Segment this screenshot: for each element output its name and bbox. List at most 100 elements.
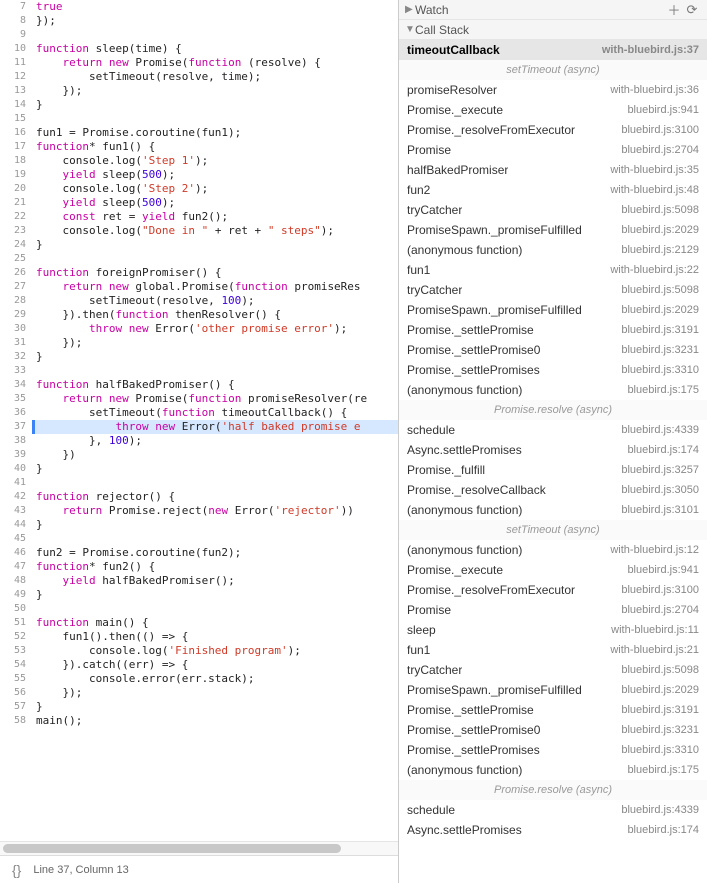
- stack-frame[interactable]: PromiseSpawn._promiseFulfilledbluebird.j…: [399, 680, 707, 700]
- code-line[interactable]: });: [32, 14, 398, 28]
- stack-frame[interactable]: Promise._fulfillbluebird.js:3257: [399, 460, 707, 480]
- stack-frame[interactable]: Promise._resolveCallbackbluebird.js:3050: [399, 480, 707, 500]
- code-line[interactable]: [32, 112, 398, 126]
- code-line[interactable]: function main() {: [32, 616, 398, 630]
- stack-frame[interactable]: Promise._resolveFromExecutorbluebird.js:…: [399, 120, 707, 140]
- code-line[interactable]: console.log("Done in " + ret + " steps")…: [32, 224, 398, 238]
- expand-icon[interactable]: ▶: [405, 4, 415, 15]
- stack-frame[interactable]: Promise._settlePromisesbluebird.js:3310: [399, 360, 707, 380]
- code-line[interactable]: console.log('Step 2');: [32, 182, 398, 196]
- code-line[interactable]: return Promise.reject(new Error('rejecto…: [32, 504, 398, 518]
- code-line[interactable]: setTimeout(function timeoutCallback() {: [32, 406, 398, 420]
- stack-frame[interactable]: fun1with-bluebird.js:21: [399, 640, 707, 660]
- code-line[interactable]: }: [32, 238, 398, 252]
- stack-frame[interactable]: Promisebluebird.js:2704: [399, 600, 707, 620]
- code-line[interactable]: function foreignPromiser() {: [32, 266, 398, 280]
- stack-frame[interactable]: tryCatcherbluebird.js:5098: [399, 200, 707, 220]
- code-line[interactable]: });: [32, 84, 398, 98]
- code-line[interactable]: main();: [32, 714, 398, 728]
- code-line[interactable]: yield halfBakedPromiser();: [32, 574, 398, 588]
- code-area[interactable]: 7891011121314151617181920212223242526272…: [0, 0, 398, 841]
- code-line[interactable]: fun1().then(() => {: [32, 630, 398, 644]
- stack-frame[interactable]: Promise._executebluebird.js:941: [399, 100, 707, 120]
- stack-frame[interactable]: sleepwith-bluebird.js:11: [399, 620, 707, 640]
- stack-frame[interactable]: (anonymous function)bluebird.js:175: [399, 380, 707, 400]
- code-line[interactable]: function sleep(time) {: [32, 42, 398, 56]
- code-line[interactable]: }, 100);: [32, 434, 398, 448]
- stack-frame[interactable]: schedulebluebird.js:4339: [399, 420, 707, 440]
- code-line[interactable]: console.log('Finished program');: [32, 644, 398, 658]
- code-line[interactable]: }: [32, 350, 398, 364]
- code-line[interactable]: true: [32, 0, 398, 14]
- code-line[interactable]: setTimeout(resolve, 100);: [32, 294, 398, 308]
- code-line[interactable]: console.error(err.stack);: [32, 672, 398, 686]
- code-line[interactable]: function rejector() {: [32, 490, 398, 504]
- code-line[interactable]: setTimeout(resolve, time);: [32, 70, 398, 84]
- stack-frame[interactable]: (anonymous function)with-bluebird.js:12: [399, 540, 707, 560]
- code-content[interactable]: true}); function sleep(time) { return new…: [32, 0, 398, 841]
- stack-frame[interactable]: (anonymous function)bluebird.js:175: [399, 760, 707, 780]
- pretty-print-icon[interactable]: {}: [12, 862, 21, 878]
- scrollbar-thumb[interactable]: [3, 844, 341, 853]
- code-line[interactable]: [32, 28, 398, 42]
- code-line[interactable]: yield sleep(500);: [32, 168, 398, 182]
- code-line[interactable]: console.log('Step 1');: [32, 154, 398, 168]
- code-line[interactable]: fun2 = Promise.coroutine(fun2);: [32, 546, 398, 560]
- stack-frame[interactable]: tryCatcherbluebird.js:5098: [399, 280, 707, 300]
- code-line[interactable]: });: [32, 336, 398, 350]
- stack-frame[interactable]: Promise._settlePromisebluebird.js:3191: [399, 700, 707, 720]
- stack-frame[interactable]: Promisebluebird.js:2704: [399, 140, 707, 160]
- code-line[interactable]: }: [32, 518, 398, 532]
- code-line[interactable]: }): [32, 448, 398, 462]
- stack-frame[interactable]: Promise._settlePromise0bluebird.js:3231: [399, 720, 707, 740]
- code-line[interactable]: return new Promise(function (resolve) {: [32, 56, 398, 70]
- code-line[interactable]: function* fun2() {: [32, 560, 398, 574]
- refresh-button[interactable]: ⟳: [683, 2, 701, 18]
- code-line[interactable]: });: [32, 686, 398, 700]
- stack-frame[interactable]: Promise._settlePromise0bluebird.js:3231: [399, 340, 707, 360]
- stack-frame[interactable]: Promise._settlePromisesbluebird.js:3310: [399, 740, 707, 760]
- stack-frame[interactable]: Promise._settlePromisebluebird.js:3191: [399, 320, 707, 340]
- code-line[interactable]: function halfBakedPromiser() {: [32, 378, 398, 392]
- stack-frame[interactable]: fun1with-bluebird.js:22: [399, 260, 707, 280]
- stack-frame[interactable]: (anonymous function)bluebird.js:3101: [399, 500, 707, 520]
- code-line[interactable]: [32, 532, 398, 546]
- code-line[interactable]: }: [32, 98, 398, 112]
- stack-frame[interactable]: promiseResolverwith-bluebird.js:36: [399, 80, 707, 100]
- code-line[interactable]: [32, 602, 398, 616]
- stack-frame[interactable]: Async.settlePromisesbluebird.js:174: [399, 440, 707, 460]
- stack-frame[interactable]: tryCatcherbluebird.js:5098: [399, 660, 707, 680]
- stack-frame[interactable]: (anonymous function)bluebird.js:2129: [399, 240, 707, 260]
- code-line[interactable]: return new Promise(function promiseResol…: [32, 392, 398, 406]
- code-line[interactable]: [32, 476, 398, 490]
- code-line[interactable]: throw new Error('half baked promise e: [32, 420, 398, 434]
- code-line[interactable]: const ret = yield fun2();: [32, 210, 398, 224]
- code-line[interactable]: fun1 = Promise.coroutine(fun1);: [32, 126, 398, 140]
- code-line[interactable]: }: [32, 588, 398, 602]
- horizontal-scrollbar[interactable]: [0, 841, 398, 855]
- code-line[interactable]: yield sleep(500);: [32, 196, 398, 210]
- code-line[interactable]: function* fun1() {: [32, 140, 398, 154]
- code-line[interactable]: }: [32, 700, 398, 714]
- code-line[interactable]: throw new Error('other promise error');: [32, 322, 398, 336]
- stack-frame[interactable]: fun2with-bluebird.js:48: [399, 180, 707, 200]
- stack-frame[interactable]: timeoutCallbackwith-bluebird.js:37: [399, 40, 707, 60]
- code-line[interactable]: }).catch((err) => {: [32, 658, 398, 672]
- code-line[interactable]: return new global.Promise(function promi…: [32, 280, 398, 294]
- stack-frame[interactable]: Promise._resolveFromExecutorbluebird.js:…: [399, 580, 707, 600]
- add-watch-button[interactable]: ＋: [665, 0, 683, 19]
- code-line[interactable]: [32, 364, 398, 378]
- stack-frame[interactable]: PromiseSpawn._promiseFulfilledbluebird.j…: [399, 300, 707, 320]
- code-line[interactable]: }).then(function thenResolver() {: [32, 308, 398, 322]
- collapse-icon[interactable]: ▼: [405, 24, 415, 35]
- callstack-section-header[interactable]: ▼ Call Stack: [399, 20, 707, 40]
- stack-frame[interactable]: Async.settlePromisesbluebird.js:174: [399, 820, 707, 840]
- stack-frame[interactable]: Promise._executebluebird.js:941: [399, 560, 707, 580]
- stack-frame[interactable]: PromiseSpawn._promiseFulfilledbluebird.j…: [399, 220, 707, 240]
- stack-frame[interactable]: halfBakedPromiserwith-bluebird.js:35: [399, 160, 707, 180]
- code-line[interactable]: [32, 252, 398, 266]
- code-line[interactable]: }: [32, 462, 398, 476]
- stack-frame[interactable]: schedulebluebird.js:4339: [399, 800, 707, 820]
- frame-location: bluebird.js:174: [619, 824, 699, 836]
- watch-section-header[interactable]: ▶ Watch ＋ ⟳: [399, 0, 707, 20]
